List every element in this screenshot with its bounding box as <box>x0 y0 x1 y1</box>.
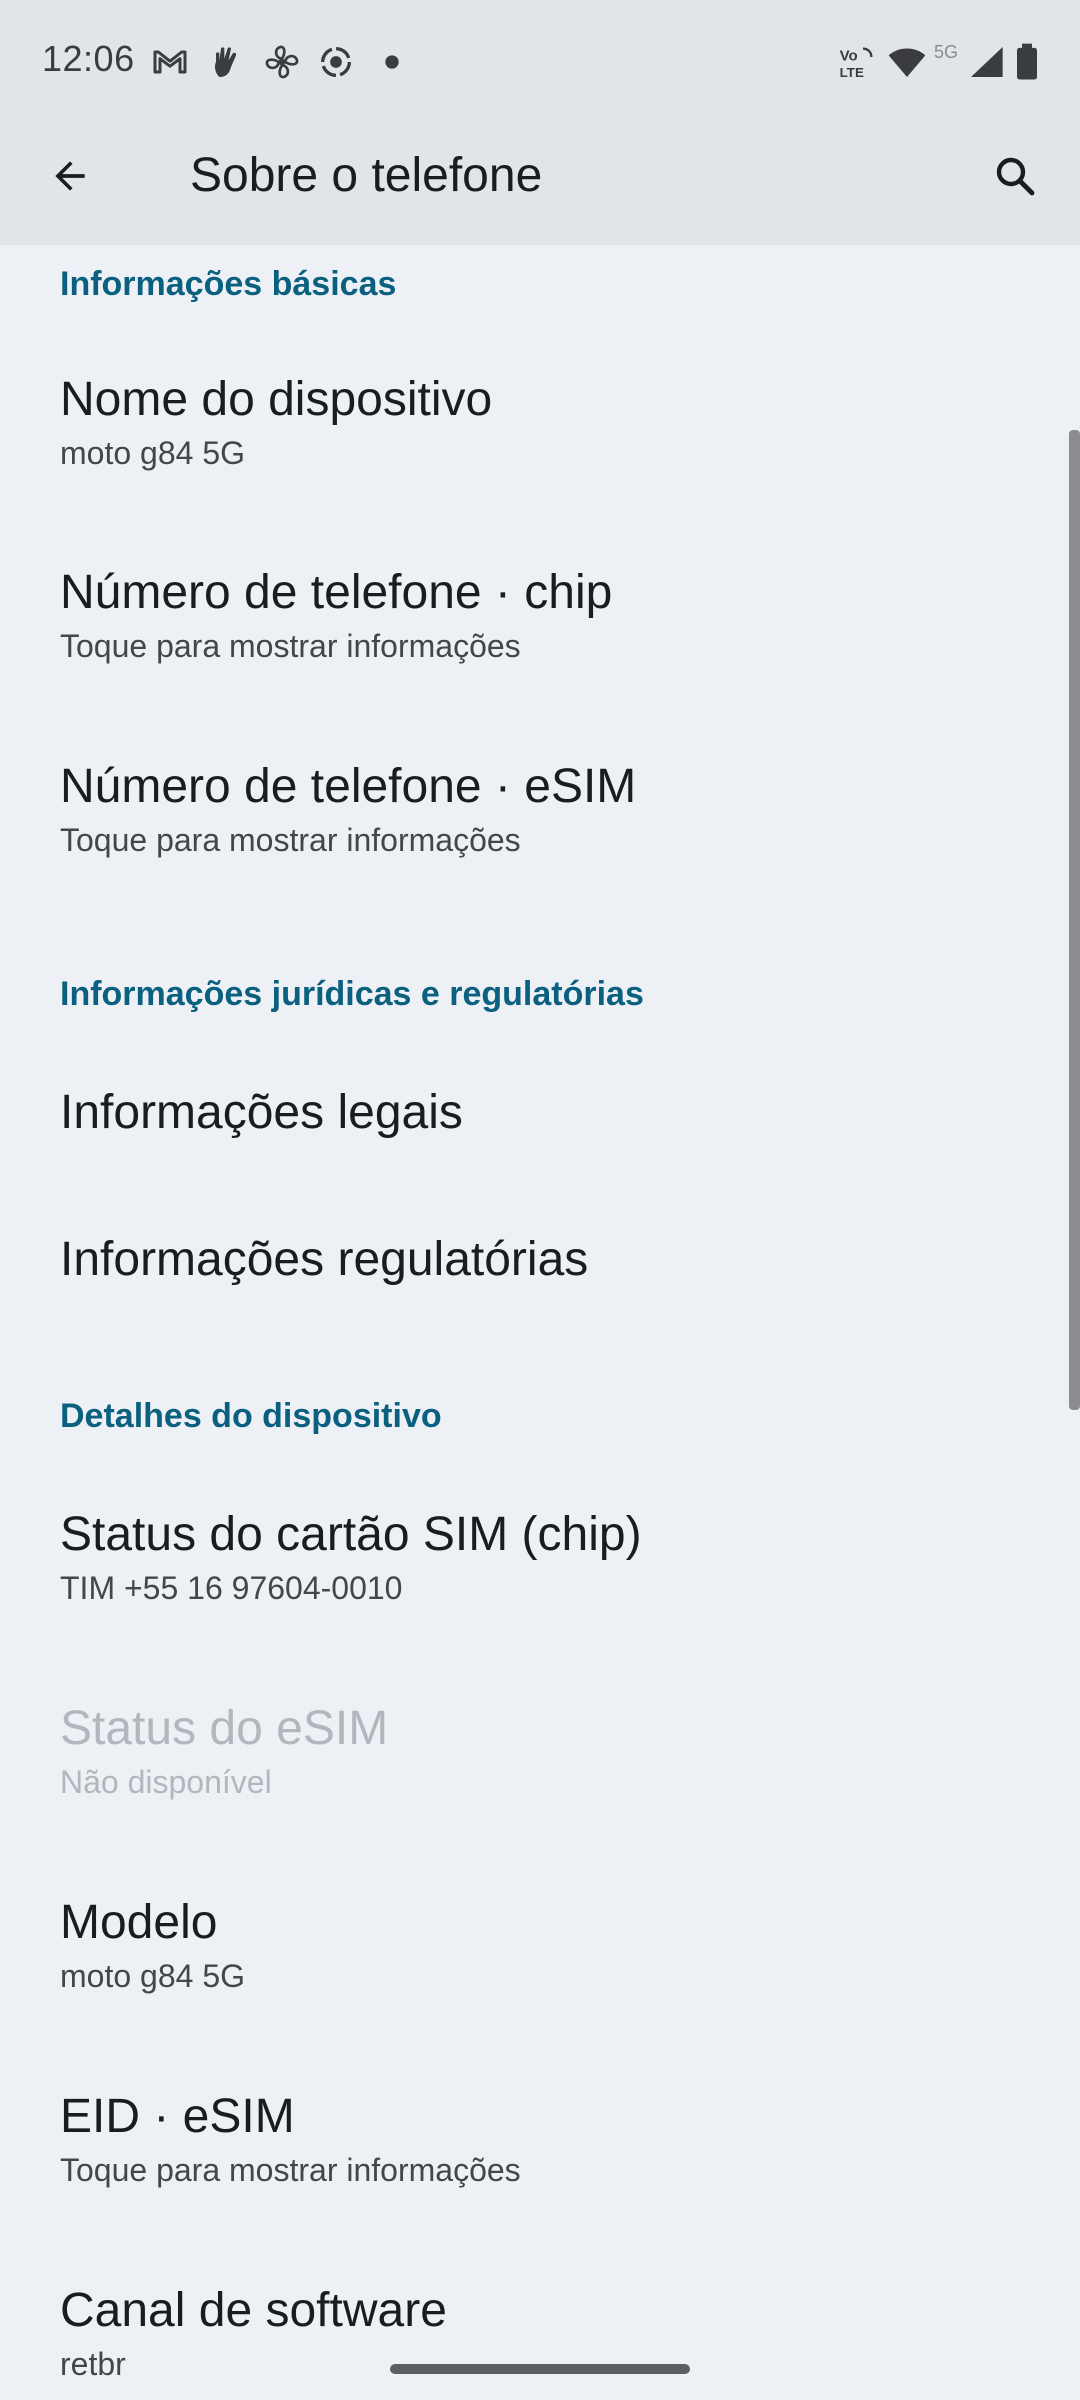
svg-text:5G: 5G <box>934 42 958 62</box>
setting-summary: moto g84 5G <box>60 1958 245 1994</box>
setting-title: Informações regulatórias <box>60 1233 589 1286</box>
setting-title: Nome do dispositivo <box>60 373 493 426</box>
setting-phone-number-chip[interactable]: Número de telefone · chip Toque para mos… <box>0 563 1060 667</box>
gmail-icon <box>150 42 190 82</box>
setting-legal-info[interactable]: Informações legais <box>0 1083 1060 1143</box>
setting-title: Número de telefone · eSIM <box>60 760 637 813</box>
setting-sim-status[interactable]: Status do cartão SIM (chip) TIM +55 16 9… <box>0 1505 1060 1609</box>
setting-phone-number-esim[interactable]: Número de telefone · eSIM Toque para mos… <box>0 757 1060 861</box>
setting-eid[interactable]: EID · eSIM Toque para mostrar informaçõe… <box>0 2087 1060 2191</box>
section-header-basic: Informações básicas <box>60 265 397 303</box>
setting-summary: moto g84 5G <box>60 435 245 471</box>
focus-icon <box>316 42 356 82</box>
hand-icon <box>206 42 246 82</box>
5g-icon: 5G <box>934 40 968 68</box>
page-title: Sobre o telefone <box>190 149 543 202</box>
section-header-legal: Informações jurídicas e regulatórias <box>60 975 644 1013</box>
setting-esim-status: Status do eSIM Não disponível <box>0 1699 1060 1803</box>
setting-summary: Toque para mostrar informações <box>60 2152 521 2188</box>
svg-text:Vo: Vo <box>840 47 858 64</box>
setting-summary: Toque para mostrar informações <box>60 628 521 664</box>
setting-regulatory-info[interactable]: Informações regulatórias <box>0 1230 1060 1290</box>
signal-icon <box>966 42 1006 82</box>
dot-icon <box>372 42 412 82</box>
setting-title: EID · eSIM <box>60 2090 295 2143</box>
section-header-device: Detalhes do dispositivo <box>60 1397 442 1435</box>
setting-title: Status do cartão SIM (chip) <box>60 1508 642 1561</box>
volte-icon: Vo LTE <box>836 42 880 82</box>
settings-list[interactable]: Informações básicas Nome do dispositivo … <box>0 245 1080 2400</box>
setting-summary: TIM +55 16 97604-0010 <box>60 1570 403 1606</box>
status-bar: 12:06 Vo LTE 5G <box>0 0 1080 125</box>
setting-model[interactable]: Modelo moto g84 5G <box>0 1893 1060 1997</box>
setting-summary: Toque para mostrar informações <box>60 822 521 858</box>
gesture-nav-handle[interactable] <box>390 2364 690 2374</box>
setting-title: Número de telefone · chip <box>60 566 613 619</box>
svg-text:LTE: LTE <box>840 65 864 80</box>
battery-icon <box>1012 42 1042 82</box>
back-button[interactable] <box>35 141 105 211</box>
search-button[interactable] <box>980 141 1050 211</box>
status-time: 12:06 <box>42 38 135 79</box>
fan-icon <box>262 42 302 82</box>
setting-title: Canal de software <box>60 2284 447 2337</box>
wifi-icon <box>884 42 930 82</box>
arrow-back-icon <box>55 161 85 191</box>
setting-title: Informações legais <box>60 1086 463 1139</box>
setting-title: Modelo <box>60 1896 218 1949</box>
setting-device-name[interactable]: Nome do dispositivo moto g84 5G <box>0 370 1060 474</box>
scrollbar[interactable] <box>1069 430 1080 1410</box>
setting-title: Status do eSIM <box>60 1702 389 1755</box>
setting-summary: Não disponível <box>60 1764 272 1800</box>
search-icon <box>996 157 1035 196</box>
